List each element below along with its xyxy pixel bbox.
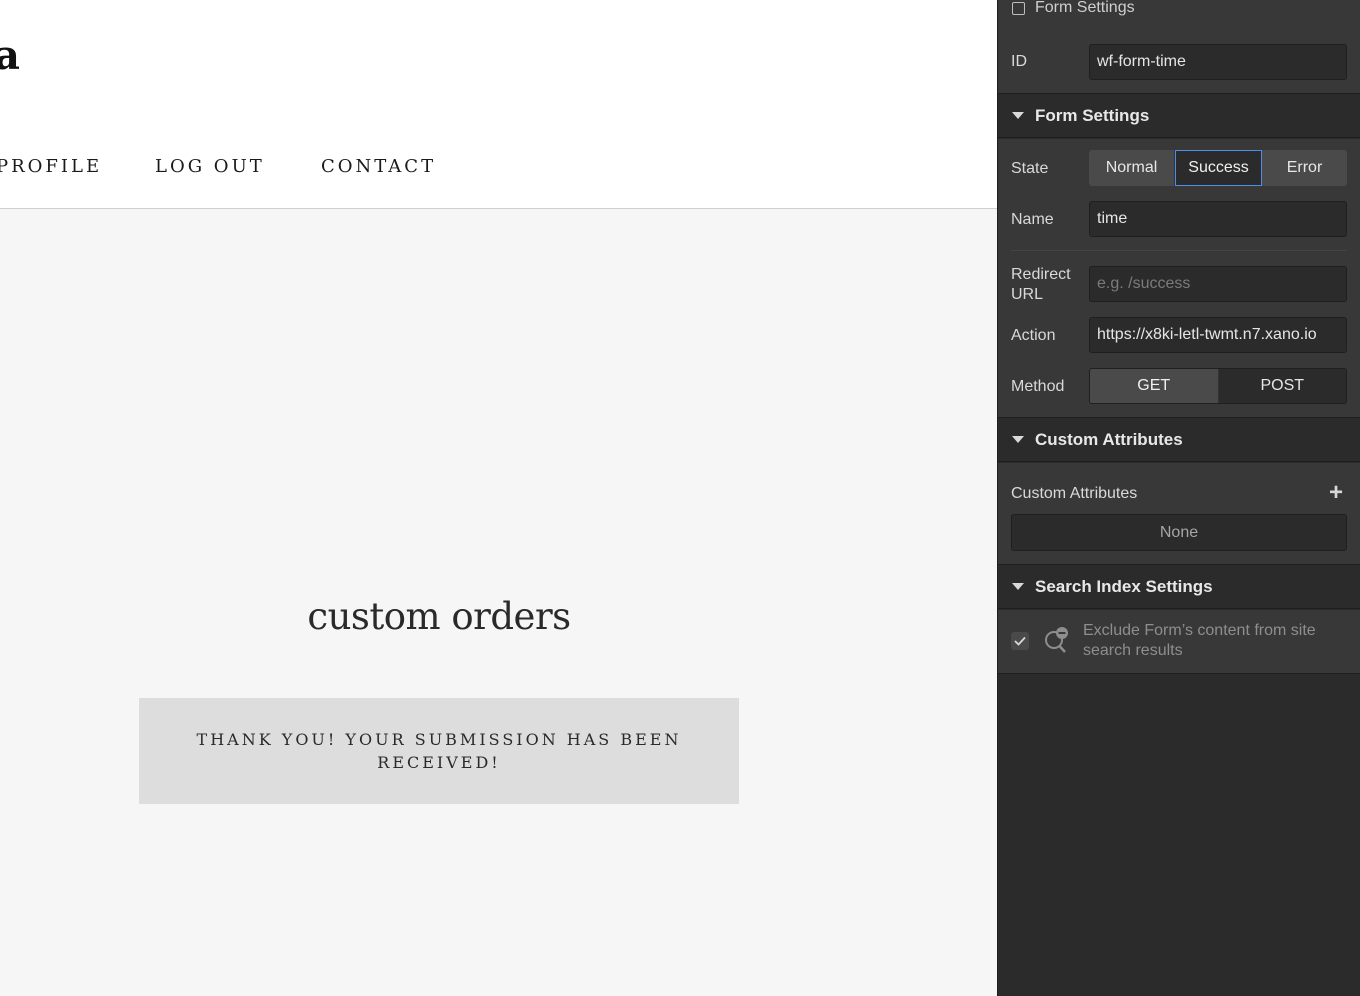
- site-logo[interactable]: a: [0, 32, 20, 80]
- state-error-button[interactable]: Error: [1262, 150, 1347, 186]
- nav-link-contact[interactable]: CONTACT: [321, 154, 436, 180]
- nav-link-profile[interactable]: PROFILE: [0, 154, 102, 180]
- state-normal-button[interactable]: Normal: [1089, 150, 1175, 186]
- add-attribute-icon[interactable]: +: [1329, 481, 1343, 505]
- form-success-message[interactable]: THANK YOU! YOUR SUBMISSION HAS BEEN RECE…: [139, 698, 739, 804]
- action-url-field[interactable]: https://x8ki-letl-twmt.n7.xano.io: [1089, 317, 1347, 353]
- form-settings-checkbox-label: Form Settings: [1035, 0, 1135, 16]
- checkmark-icon: [1014, 636, 1026, 646]
- section-header-search-index[interactable]: Search Index Settings: [998, 565, 1360, 609]
- method-post-button[interactable]: POST: [1219, 369, 1347, 403]
- method-get-button[interactable]: GET: [1090, 369, 1219, 403]
- section-title: Form Settings: [1035, 105, 1150, 125]
- redirect-url-field[interactable]: e.g. /success: [1089, 266, 1347, 302]
- name-field[interactable]: time: [1089, 201, 1347, 237]
- divider: [1011, 250, 1347, 251]
- form-settings-body: State Normal Success Error Name time Red…: [998, 139, 1360, 418]
- name-label: Name: [1011, 211, 1054, 228]
- id-label: ID: [1011, 53, 1027, 70]
- checkbox-icon[interactable]: [1012, 1, 1025, 15]
- exclude-checkbox[interactable]: [1011, 632, 1029, 650]
- custom-attributes-body: Custom Attributes + None: [998, 463, 1360, 565]
- custom-attributes-label: Custom Attributes: [1011, 485, 1138, 502]
- site-header: a PROFILE LOG OUT CONTACT: [0, 0, 997, 209]
- section-title: Search Index Settings: [1035, 576, 1213, 596]
- form-element-settings: Form Settings ID wf-form-time: [998, 0, 1360, 94]
- nav-link-logout[interactable]: LOG OUT: [155, 154, 265, 180]
- state-toggle: Normal Success Error: [1089, 150, 1347, 186]
- section-header-form-settings[interactable]: Form Settings: [998, 94, 1360, 138]
- action-label: Action: [1011, 327, 1056, 344]
- attributes-empty-state: None: [1011, 514, 1347, 551]
- id-field[interactable]: wf-form-time: [1089, 44, 1347, 80]
- form-settings-checkbox-row[interactable]: Form Settings: [1012, 0, 1135, 18]
- search-index-body: Exclude Form’s content from site search …: [998, 610, 1360, 674]
- page-canvas: a PROFILE LOG OUT CONTACT custom orders …: [0, 0, 997, 996]
- exclude-search-label: Exclude Form’s content from site search …: [1083, 622, 1316, 659]
- section-title: Custom Attributes: [1035, 429, 1183, 449]
- search-exclude-icon: [1043, 625, 1071, 655]
- redirect-url-label: Redirect URL: [1011, 266, 1071, 303]
- state-success-button[interactable]: Success: [1175, 150, 1262, 186]
- method-toggle: GET POST: [1089, 368, 1347, 404]
- caret-down-icon: [1012, 112, 1024, 119]
- method-label: Method: [1011, 378, 1065, 395]
- caret-down-icon: [1012, 436, 1024, 443]
- settings-panel: Form Settings ID wf-form-time Form Setti…: [997, 0, 1360, 996]
- section-header-custom-attributes[interactable]: Custom Attributes: [998, 418, 1360, 462]
- state-label: State: [1011, 160, 1049, 177]
- caret-down-icon: [1012, 583, 1024, 590]
- success-message-text: THANK YOU! YOUR SUBMISSION HAS BEEN RECE…: [196, 730, 682, 772]
- page-heading: custom orders: [307, 595, 571, 638]
